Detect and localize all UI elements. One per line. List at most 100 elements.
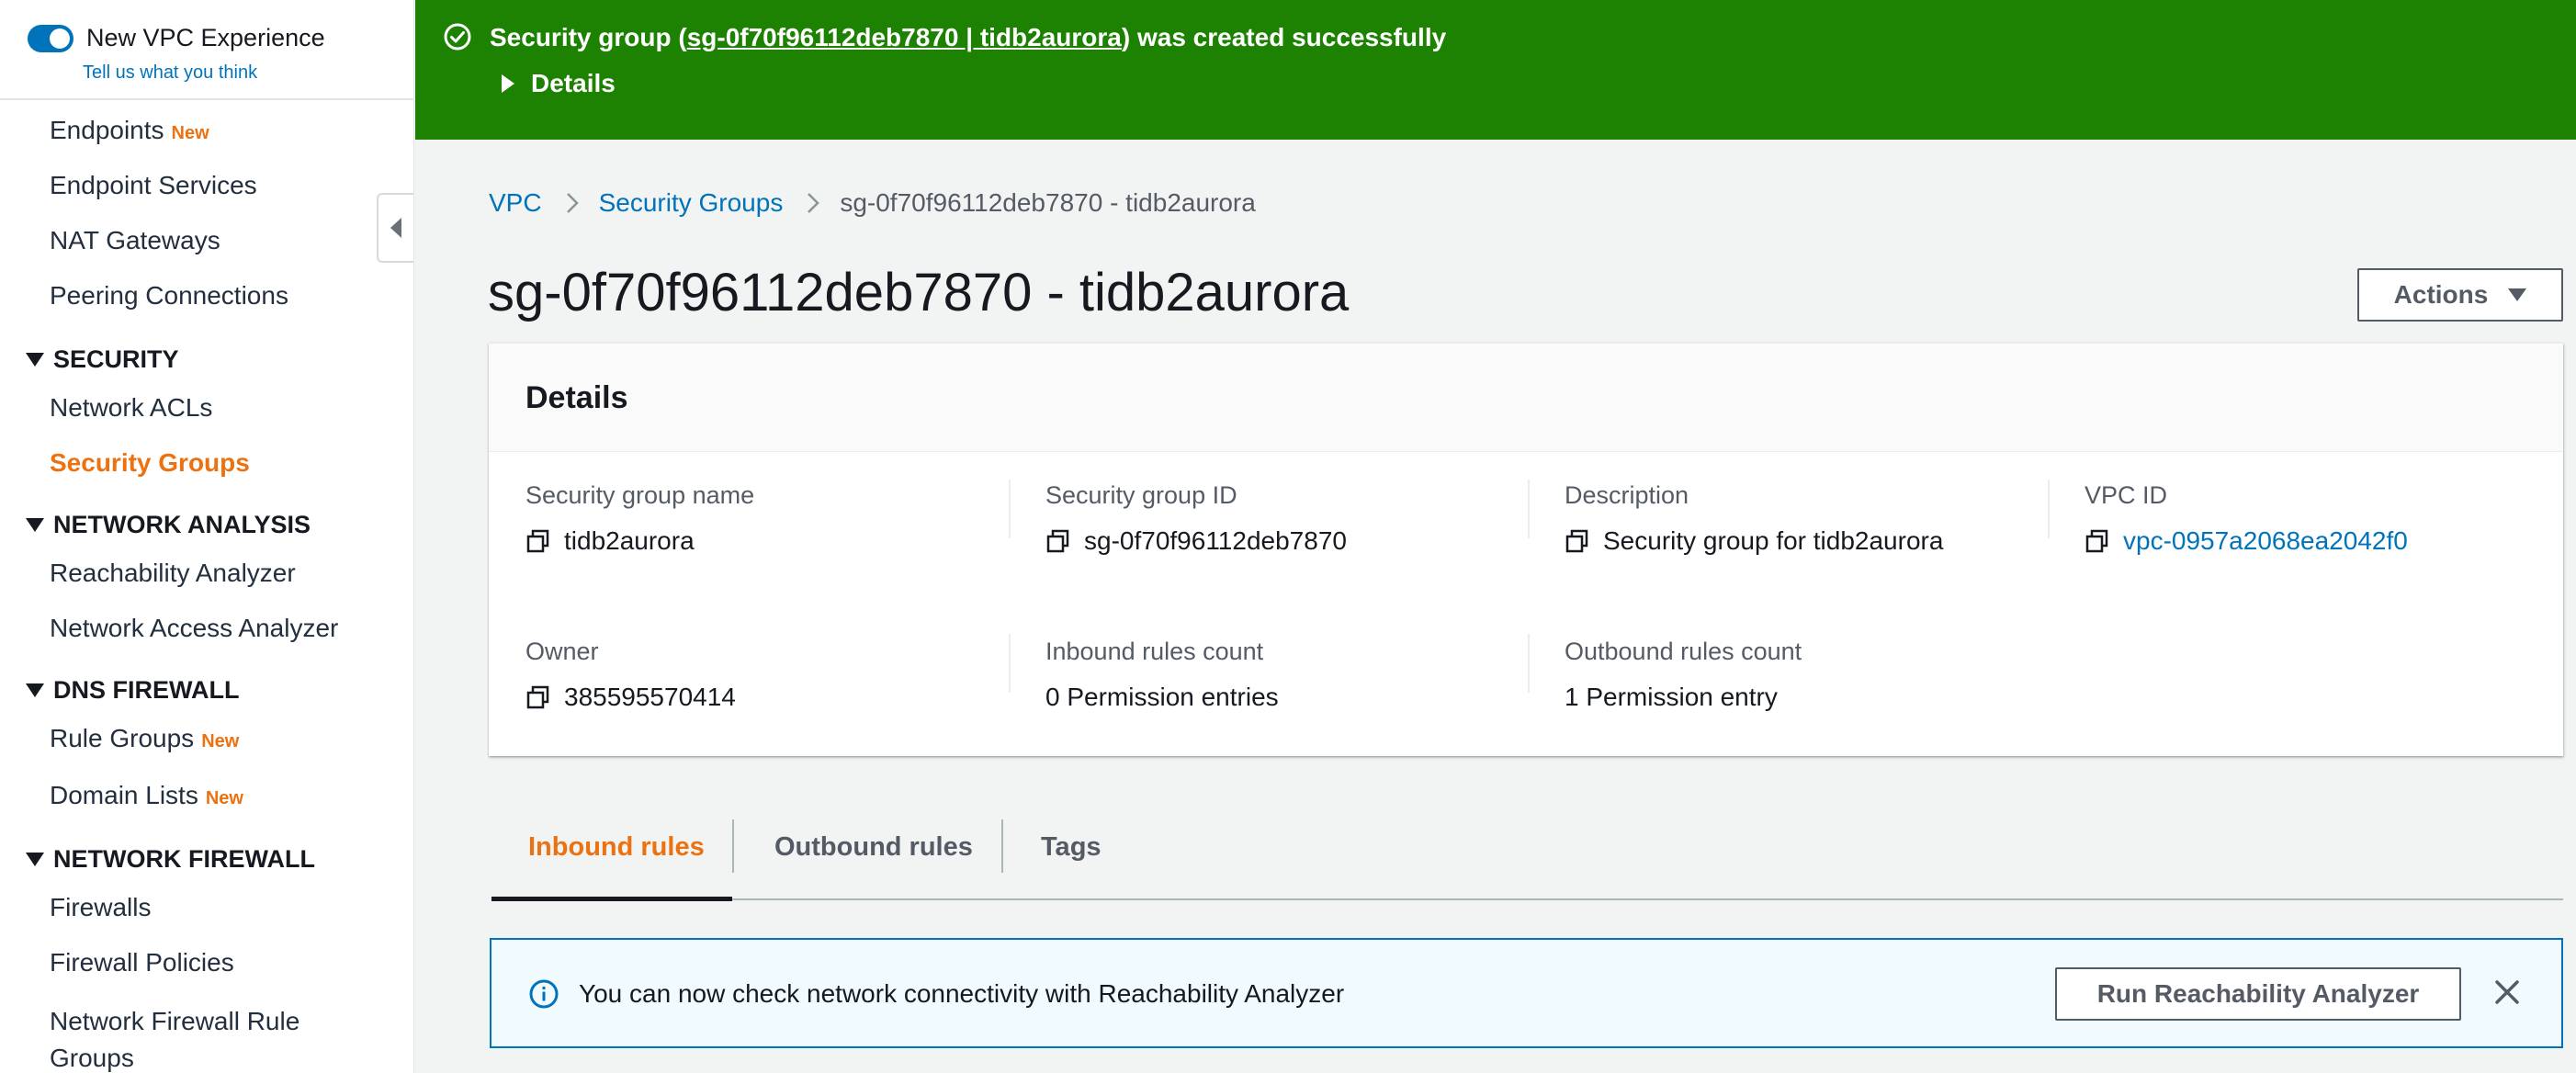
flash-prefix: Security group ( bbox=[490, 23, 687, 51]
field-description: Description Security group for tidb2auro… bbox=[1565, 481, 1943, 556]
side-navigation: New VPC Experience Tell us what you thin… bbox=[0, 0, 414, 1073]
field-owner: Owner 385595570414 bbox=[525, 638, 736, 712]
field-label: VPC ID bbox=[2085, 481, 2168, 509]
sidebar-item-network-access-analyzer[interactable]: Network Access Analyzer bbox=[50, 614, 338, 643]
tabs-baseline bbox=[491, 898, 2563, 900]
active-tab-indicator bbox=[491, 897, 732, 901]
sidebar-item-network-acls[interactable]: Network ACLs bbox=[50, 393, 212, 423]
run-reachability-analyzer-button[interactable]: Run Reachability Analyzer bbox=[2055, 967, 2461, 1021]
sidebar-item-nat-gateways[interactable]: NAT Gateways bbox=[50, 226, 220, 255]
sidebar-divider bbox=[0, 98, 413, 100]
owner-value: 385595570414 bbox=[564, 683, 736, 711]
field-value: sg-0f70f96112deb7870 bbox=[1045, 526, 1347, 556]
sidebar-section-dns-firewall[interactable]: DNS FIREWALL bbox=[26, 676, 240, 705]
chevron-right-icon bbox=[566, 192, 579, 214]
field-label: Security group name bbox=[525, 481, 755, 509]
flash-suffix: ) was created successfully bbox=[1121, 23, 1447, 51]
details-panel-header: Details bbox=[489, 344, 2563, 452]
copy-icon[interactable] bbox=[1045, 528, 1071, 554]
breadcrumb: VPC Security Groups sg-0f70f96112deb7870… bbox=[489, 188, 1256, 218]
sidebar-item-endpoint-services[interactable]: Endpoint Services bbox=[50, 171, 257, 200]
field-value: vpc-0957a2068ea2042f0 bbox=[2085, 526, 2408, 556]
tab-inbound-rules[interactable]: Inbound rules bbox=[528, 832, 705, 863]
breadcrumb-security-groups[interactable]: Security Groups bbox=[599, 188, 784, 218]
details-panel-title: Details bbox=[525, 380, 628, 415]
caret-down-icon bbox=[26, 683, 44, 697]
sidebar-item-label: Domain Lists bbox=[50, 781, 198, 809]
sidebar-item-label: Rule Groups bbox=[50, 724, 195, 752]
column-divider bbox=[1528, 634, 1530, 693]
new-vpc-experience-toggle-row: New VPC Experience bbox=[28, 24, 325, 52]
section-label: NETWORK FIREWALL bbox=[53, 845, 315, 873]
sidebar-section-network-analysis[interactable]: NETWORK ANALYSIS bbox=[26, 511, 311, 539]
security-group-link[interactable]: sg-0f70f96112deb7870 | tidb2aurora bbox=[687, 23, 1122, 51]
sidebar-item-label: Endpoints bbox=[50, 116, 164, 144]
sidebar-item-domain-lists[interactable]: Domain Lists New bbox=[50, 781, 243, 810]
field-outbound-rules-count: Outbound rules count 1 Permission entry bbox=[1565, 638, 1802, 712]
sidebar-item-firewalls[interactable]: Firewalls bbox=[50, 893, 151, 922]
column-divider bbox=[1009, 634, 1011, 693]
field-security-group-name: Security group name tidb2aurora bbox=[525, 481, 754, 556]
sidebar-item-peering-connections[interactable]: Peering Connections bbox=[50, 281, 288, 311]
field-value: Security group for tidb2aurora bbox=[1565, 526, 1943, 556]
toggle-label: New VPC Experience bbox=[86, 24, 325, 51]
flash-message: Security group (sg-0f70f96112deb7870 | t… bbox=[490, 23, 1446, 52]
new-badge: New bbox=[171, 123, 209, 143]
copy-icon[interactable] bbox=[525, 528, 551, 554]
field-vpc-id: VPC ID vpc-0957a2068ea2042f0 bbox=[2085, 481, 2408, 556]
section-label: NETWORK ANALYSIS bbox=[53, 511, 311, 538]
field-label: Outbound rules count bbox=[1565, 638, 1802, 665]
inbound-rules-count-value: 0 Permission entries bbox=[1045, 683, 1279, 711]
actions-dropdown-button[interactable]: Actions bbox=[2357, 268, 2563, 322]
field-label: Description bbox=[1565, 481, 1689, 509]
vpc-id-link[interactable]: vpc-0957a2068ea2042f0 bbox=[2123, 526, 2408, 556]
breadcrumb-vpc[interactable]: VPC bbox=[489, 188, 542, 218]
column-divider bbox=[1009, 480, 1011, 538]
sidebar-item-label: Groups bbox=[50, 1044, 134, 1072]
actions-label: Actions bbox=[2393, 280, 2489, 309]
outbound-rules-count-value: 1 Permission entry bbox=[1565, 683, 1778, 711]
field-label: Inbound rules count bbox=[1045, 638, 1264, 665]
feedback-link[interactable]: Tell us what you think bbox=[83, 62, 257, 84]
info-alert: You can now check network connectivity w… bbox=[490, 938, 2563, 1048]
field-label: Owner bbox=[525, 638, 599, 665]
new-badge: New bbox=[201, 731, 240, 751]
rules-tabs: Inbound rules Outbound rules Tags bbox=[491, 808, 2563, 901]
sidebar-item-label: Network Firewall Rule bbox=[50, 1007, 300, 1035]
sidebar-section-network-firewall[interactable]: NETWORK FIREWALL bbox=[26, 845, 315, 874]
tab-divider bbox=[1001, 819, 1003, 873]
copy-icon[interactable] bbox=[1565, 528, 1590, 554]
description-value: Security group for tidb2aurora bbox=[1603, 526, 1944, 555]
sidebar-section-security[interactable]: SECURITY bbox=[26, 345, 179, 374]
section-label: DNS FIREWALL bbox=[53, 676, 240, 704]
sidebar-item-endpoints[interactable]: Endpoints New bbox=[50, 116, 209, 145]
sidebar-item-rule-groups[interactable]: Rule Groups New bbox=[50, 724, 239, 753]
collapse-sidebar-button[interactable] bbox=[377, 193, 413, 263]
field-value: 385595570414 bbox=[525, 683, 736, 712]
caret-right-icon bbox=[502, 74, 514, 93]
column-divider bbox=[1528, 480, 1530, 538]
sidebar-item-security-groups[interactable]: Security Groups bbox=[50, 448, 250, 478]
tab-outbound-rules[interactable]: Outbound rules bbox=[774, 832, 973, 863]
tab-divider bbox=[732, 819, 734, 873]
sidebar-item-firewall-policies[interactable]: Firewall Policies bbox=[50, 948, 234, 977]
tab-tags[interactable]: Tags bbox=[1041, 832, 1102, 863]
section-label: SECURITY bbox=[53, 345, 179, 373]
sidebar-item-reachability-analyzer[interactable]: Reachability Analyzer bbox=[50, 559, 296, 588]
field-value: tidb2aurora bbox=[525, 526, 754, 556]
new-vpc-experience-toggle[interactable] bbox=[28, 24, 73, 52]
sidebar-item-network-firewall-rule-groups[interactable]: Network Firewall Rule Groups bbox=[50, 1003, 299, 1073]
chevron-right-icon bbox=[807, 192, 820, 214]
info-icon bbox=[528, 978, 559, 1014]
caret-down-icon bbox=[26, 518, 44, 532]
caret-down-icon bbox=[26, 353, 44, 367]
breadcrumb-current: sg-0f70f96112deb7870 - tidb2aurora bbox=[840, 188, 1256, 217]
flash-details-expander[interactable]: Details bbox=[502, 69, 616, 98]
copy-icon[interactable] bbox=[2085, 528, 2110, 554]
security-group-id-value: sg-0f70f96112deb7870 bbox=[1084, 526, 1347, 555]
copy-icon[interactable] bbox=[525, 684, 551, 710]
field-label: Security group ID bbox=[1045, 481, 1237, 509]
close-icon[interactable] bbox=[2493, 978, 2521, 1006]
success-flash-banner bbox=[415, 0, 2576, 140]
field-security-group-id: Security group ID sg-0f70f96112deb7870 bbox=[1045, 481, 1347, 556]
